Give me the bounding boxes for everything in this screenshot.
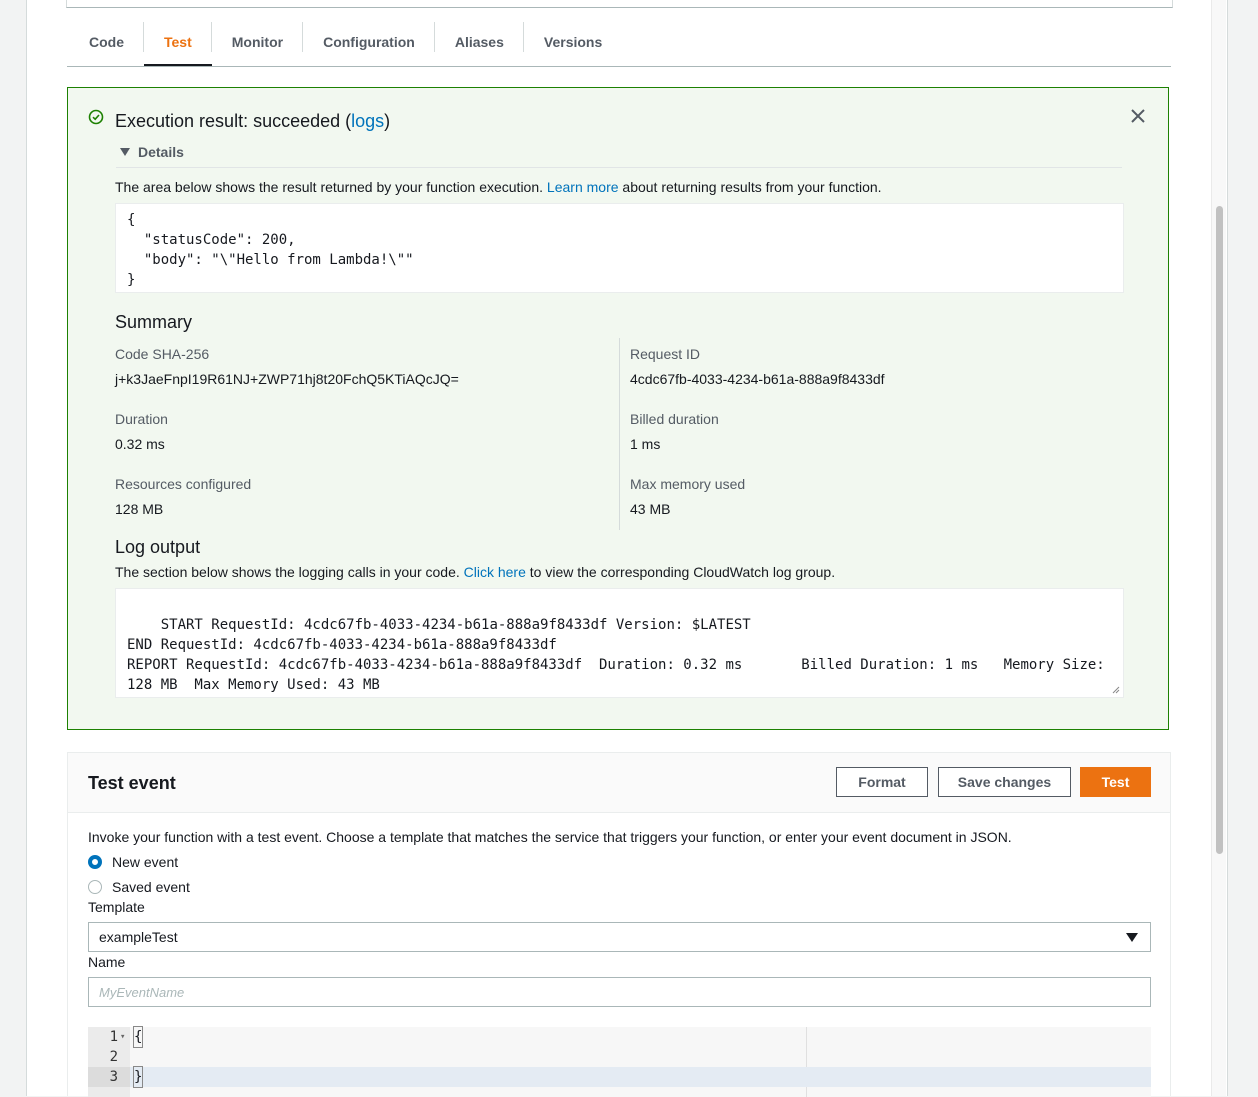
click-here-link[interactable]: Click here [464,564,526,580]
log-desc-text-end: to view the corresponding CloudWatch log… [525,564,836,580]
editor-line[interactable]: 1 ▾ { [88,1026,1151,1048]
result-desc-text: The area below shows the result returned… [115,179,547,195]
event-json-editor[interactable]: 1 ▾ { 2 3 } [88,1026,1151,1097]
line-number: 1 [109,1029,118,1045]
result-desc-text-end: about returning results from your functi… [618,179,882,195]
save-changes-button[interactable]: Save changes [938,767,1071,797]
line-text: { [132,1026,144,1048]
field-value: 128 MB [115,501,164,517]
field-value: 4cdc67fb-4033-4234-b61a-888a9f8433df [630,371,885,387]
result-title-prefix: Execution result: succeeded ( [115,111,352,131]
tab-label: Code [89,34,124,50]
test-event-description: Invoke your function with a test event. … [88,829,1012,845]
field-label: Billed duration [630,411,719,427]
field-label: Duration [115,411,168,427]
previous-panel-edge [66,0,1173,8]
template-label: Template [88,899,145,915]
radio-selected-icon[interactable] [88,855,102,869]
execution-result-alert: Execution result: succeeded (logs) Detai… [67,87,1169,730]
function-tabs: Code Test Monitor Configuration Aliases … [67,20,1171,67]
log-output-description: The section below shows the logging call… [115,564,835,580]
summary-field-duration: Duration 0.32 ms [115,411,595,476]
summary-column-divider [619,338,620,530]
summary-field-max-memory: Max memory used 43 MB [630,476,1110,541]
field-label: Max memory used [630,476,746,492]
test-event-panel: Test event Format Save changes Test Invo… [67,752,1171,1097]
summary-field-request-id: Request ID 4cdc67fb-4033-4234-b61a-888a9… [630,346,1110,411]
field-value: 43 MB [630,501,671,517]
field-label: Code SHA-256 [115,346,210,362]
radio-label: New event [112,854,179,870]
resize-handle-icon[interactable] [1112,686,1120,694]
logs-link[interactable]: logs [351,111,384,131]
radio-label: Saved event [112,879,190,895]
learn-more-link[interactable]: Learn more [547,179,619,195]
test-event-header: Test event Format Save changes Test [68,753,1170,813]
line-number: 3 [88,1067,130,1087]
fold-arrow-icon[interactable]: ▾ [120,1027,125,1047]
field-value: 1 ms [630,436,661,452]
details-toggle[interactable]: Details [120,144,184,160]
tab-configuration[interactable]: Configuration [303,20,435,64]
radio-unselected-icon[interactable] [88,880,102,894]
tab-code[interactable]: Code [67,20,144,64]
summary-right-column: Request ID 4cdc67fb-4033-4234-b61a-888a9… [630,346,1110,541]
details-divider [116,167,1122,168]
result-output-box[interactable]: { "statusCode": 200, "body": "\"Hello fr… [115,203,1124,293]
field-value: j+k3JaeFnpI19R61NJ+ZWP71hj8t20FchQ5KTiAQ… [115,371,459,387]
log-desc-text: The section below shows the logging call… [115,564,464,580]
summary-left-column: Code SHA-256 j+k3JaeFnpI19R61NJ+ZWP71hj8… [115,346,595,541]
line-text: } [132,1066,144,1088]
radio-new-event[interactable]: New event [88,854,178,870]
tab-label: Monitor [231,34,284,50]
tab-label: Versions [543,34,603,50]
line-number: 2 [109,1049,118,1065]
summary-field-billed-duration: Billed duration 1 ms [630,411,1110,476]
log-output-box[interactable]: START RequestId: 4cdc67fb-4033-4234-b61a… [115,588,1124,698]
page-scrollbar[interactable] [1211,0,1226,1096]
tab-label: Configuration [323,34,415,50]
result-title-suffix: ) [384,111,391,131]
template-selected-value: exampleTest [99,929,178,945]
caret-down-icon [120,148,130,156]
summary-field-resources: Resources configured 128 MB [115,476,595,541]
tab-aliases[interactable]: Aliases [435,20,524,64]
tab-versions[interactable]: Versions [524,20,622,64]
field-label: Request ID [630,346,701,362]
field-label: Resources configured [115,476,252,492]
template-select[interactable]: exampleTest [88,922,1151,952]
close-icon[interactable] [1130,108,1146,124]
format-button[interactable]: Format [836,767,928,797]
tab-label: Test [164,34,192,50]
caret-down-icon [1126,933,1138,942]
check-circle-icon [88,109,104,125]
test-button[interactable]: Test [1080,767,1151,797]
tab-label: Aliases [454,34,504,50]
execution-result-title: Execution result: succeeded (logs) [115,111,390,132]
tab-test[interactable]: Test [144,20,212,66]
editor-line-active[interactable]: 3 } [88,1066,1151,1088]
radio-saved-event[interactable]: Saved event [88,879,190,895]
summary-heading: Summary [115,312,193,332]
editor-line[interactable]: 2 [88,1047,1151,1067]
event-name-placeholder: MyEventName [99,984,185,1000]
event-name-input[interactable]: MyEventName [88,977,1151,1007]
tab-monitor[interactable]: Monitor [212,20,304,64]
log-output-heading: Log output [115,537,201,557]
name-label: Name [88,954,126,970]
field-value: 0.32 ms [115,436,165,452]
scrollbar-thumb[interactable] [1216,206,1223,854]
result-description: The area below shows the result returned… [115,179,882,195]
test-event-title: Test event [88,773,176,793]
summary-field-code-sha: Code SHA-256 j+k3JaeFnpI19R61NJ+ZWP71hj8… [115,346,595,411]
log-text: START RequestId: 4cdc67fb-4033-4234-b61a… [127,617,1105,693]
details-label: Details [138,144,184,160]
